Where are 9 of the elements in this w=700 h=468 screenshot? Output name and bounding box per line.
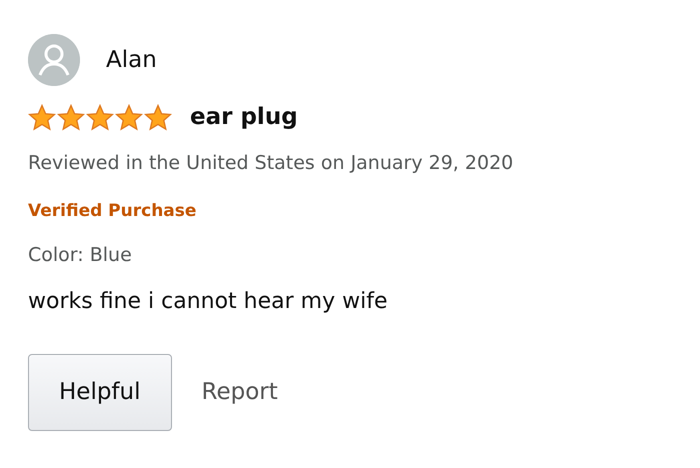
review-title: ear plug <box>190 103 298 132</box>
review-date: Reviewed in the United States on January 29, 2020 <box>28 150 514 176</box>
report-link[interactable]: Report <box>202 375 278 410</box>
verified-purchase-label: Verified Purchase <box>28 200 198 223</box>
product-variant: Color: Blue <box>28 242 133 268</box>
helpful-button[interactable]: Helpful <box>28 354 172 430</box>
avatar-icon <box>28 34 80 86</box>
review-text: works fine i cannot hear my wife <box>28 288 388 316</box>
reviewer-name: Alan <box>106 46 157 75</box>
